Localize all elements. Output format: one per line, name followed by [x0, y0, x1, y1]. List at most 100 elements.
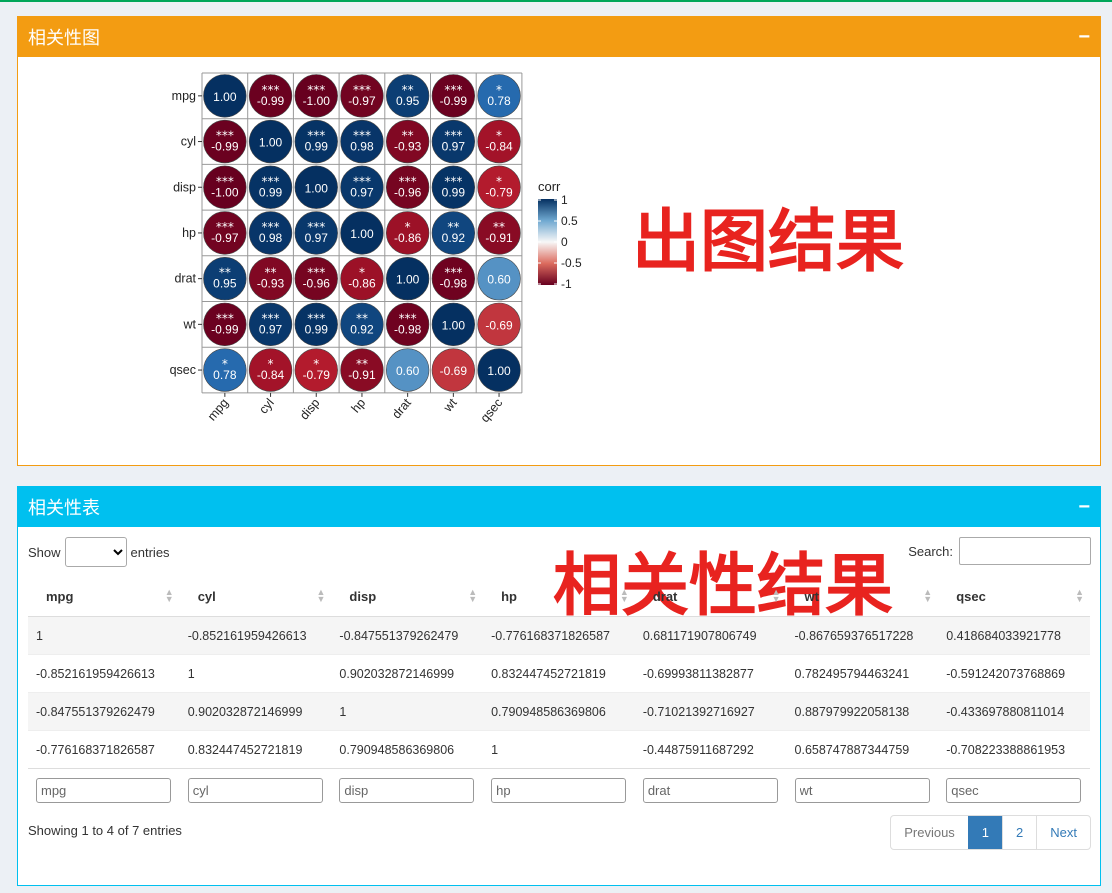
corr-value-label: 1.00: [350, 227, 374, 241]
filter-wt-input[interactable]: [794, 777, 930, 803]
table-cell: -0.433697880811014: [938, 692, 1090, 731]
legend-tick-label: 0.5: [561, 214, 578, 228]
corr-value-label: -0.93: [257, 277, 285, 291]
corr-value-label: -0.86: [348, 277, 376, 291]
corr-value-label: 0.97: [305, 231, 329, 245]
legend-tick-label: -0.5: [561, 256, 582, 270]
sort-icon: ▲ ▼: [1075, 587, 1084, 604]
corr-value-label: -0.79: [303, 368, 331, 382]
table-cell: 1: [28, 616, 180, 655]
search-input[interactable]: [959, 537, 1091, 565]
corr-value-label: 0.97: [442, 140, 466, 154]
column-header-hp[interactable]: hp ▲ ▼: [483, 577, 635, 617]
sort-icon: ▲ ▼: [771, 587, 781, 604]
column-header-mpg[interactable]: mpg ▲ ▼: [28, 577, 180, 617]
corr-value-label: 1.00: [305, 181, 329, 195]
legend-title: corr: [538, 179, 561, 194]
table-cell: 0.887979922058138: [786, 692, 939, 731]
table-cell: 0.782495794463241: [786, 654, 939, 693]
y-tick-label: hp: [182, 226, 196, 240]
corr-value-label: 0.99: [305, 140, 329, 154]
filter-qsec-input[interactable]: [946, 777, 1082, 803]
filter-mpg-input[interactable]: [36, 777, 171, 803]
page-1-button[interactable]: 1: [967, 816, 1003, 849]
table-row[interactable]: -0.852161959426613 1 0.902032872146999 0…: [28, 654, 1090, 693]
corr-value-label: -0.97: [348, 94, 376, 108]
y-tick-label: drat: [174, 272, 196, 286]
corr-value-label: 0.60: [487, 273, 511, 287]
show-label: Show: [28, 544, 61, 560]
table-cell: -0.708223388861953: [938, 730, 1090, 769]
y-tick-label: cyl: [181, 135, 196, 149]
collapse-table-button[interactable]: −: [1078, 497, 1090, 517]
column-header-cyl[interactable]: cyl ▲ ▼: [179, 577, 332, 617]
y-tick-label: qsec: [170, 363, 196, 377]
corr-value-label: 1.00: [442, 318, 466, 332]
corr-value-label: 0.78: [487, 94, 511, 108]
table-cell: 1: [483, 730, 635, 769]
table-cell: 0.418684033921778: [938, 616, 1090, 655]
table-cell: 0.790948586369806: [331, 730, 484, 769]
corr-value-label: -0.69: [440, 364, 468, 378]
table-row[interactable]: -0.847551379262479 0.902032872146999 1 0…: [28, 692, 1090, 731]
corr-value-label: -0.86: [394, 231, 422, 245]
page-length-select[interactable]: [64, 537, 127, 567]
entries-label: entries: [130, 544, 170, 560]
table-cell: -0.44875911687292: [634, 730, 787, 769]
legend-tick-label: -1: [561, 277, 572, 291]
corr-value-label: 0.98: [259, 231, 283, 245]
corr-value-label: -0.84: [485, 140, 513, 154]
column-header-drat[interactable]: drat ▲ ▼: [634, 577, 787, 617]
table-row[interactable]: -0.776168371826587 0.832447452721819 0.7…: [28, 730, 1090, 769]
corr-value-label: 0.97: [350, 185, 374, 199]
corr-value-label: -0.91: [485, 231, 513, 245]
x-tick-label: drat: [389, 395, 414, 421]
filter-disp-input[interactable]: [339, 777, 475, 803]
sort-icon: ▲ ▼: [468, 587, 478, 604]
plot-result-annotation: 出图结果: [632, 204, 905, 280]
filter-cyl-input[interactable]: [187, 777, 323, 803]
x-tick-label: wt: [440, 395, 460, 415]
x-tick-label: mpg: [205, 396, 231, 424]
x-tick-label: cyl: [256, 396, 277, 417]
table-cell: -0.776168371826587: [483, 616, 635, 655]
table-cell: -0.847551379262479: [28, 692, 180, 731]
corr-value-label: -0.96: [303, 277, 331, 291]
corr-value-label: 0.99: [442, 185, 466, 199]
x-tick-label: disp: [297, 396, 322, 423]
correlation-heatmap-chart: 1.00 ***-0.99***-1.00***-0.97**0.95***-0.…: [170, 72, 582, 425]
corr-value-label: -1.00: [303, 94, 331, 108]
next-page-button[interactable]: Next: [1036, 816, 1090, 849]
corr-value-label: 0.95: [396, 94, 420, 108]
column-header-disp[interactable]: disp ▲ ▼: [331, 577, 484, 617]
corr-value-label: -0.99: [440, 94, 468, 108]
search-label: Search:: [908, 543, 953, 559]
table-cell: 0.681171907806749: [634, 616, 787, 655]
y-tick-label: disp: [173, 180, 196, 194]
correlation-table: mpg ▲ ▼ cyl ▲ ▼ disp ▲ ▼ hp ▲ ▼ drat ▲ ▼ wt ▲ ▼ qsec…: [28, 577, 1090, 809]
page-2-button[interactable]: 2: [1002, 816, 1036, 849]
previous-page-button[interactable]: Previous: [891, 816, 968, 849]
corr-value-label: 0.99: [259, 185, 283, 199]
table-cell: 1: [331, 692, 484, 731]
filter-hp-input[interactable]: [491, 777, 627, 803]
column-filter-row: [28, 768, 1090, 809]
table-cell: -0.852161959426613: [28, 654, 180, 693]
table-row[interactable]: 1 -0.852161959426613 -0.847551379262479 …: [28, 616, 1090, 655]
corr-value-label: -0.98: [440, 277, 468, 291]
table-cell: -0.852161959426613: [179, 616, 332, 655]
corr-value-label: -1.00: [211, 185, 239, 199]
corr-value-label: 0.95: [213, 277, 237, 291]
table-cell: -0.71021392716927: [634, 692, 787, 731]
filter-drat-input[interactable]: [642, 777, 778, 803]
y-tick-label: mpg: [172, 89, 196, 103]
sort-icon: ▲ ▼: [164, 587, 174, 604]
table-cell: 1: [179, 654, 332, 693]
column-header-qsec[interactable]: qsec ▲ ▼: [938, 577, 1090, 617]
table-cell: -0.69993811382877: [634, 654, 787, 693]
column-header-wt[interactable]: wt ▲ ▼: [786, 577, 939, 617]
sort-icon: ▲ ▼: [923, 587, 933, 604]
corr-value-label: 1.00: [213, 90, 237, 104]
x-tick-label: qsec: [478, 396, 506, 425]
correlation-table-header: 相关性表 −: [18, 487, 1100, 527]
